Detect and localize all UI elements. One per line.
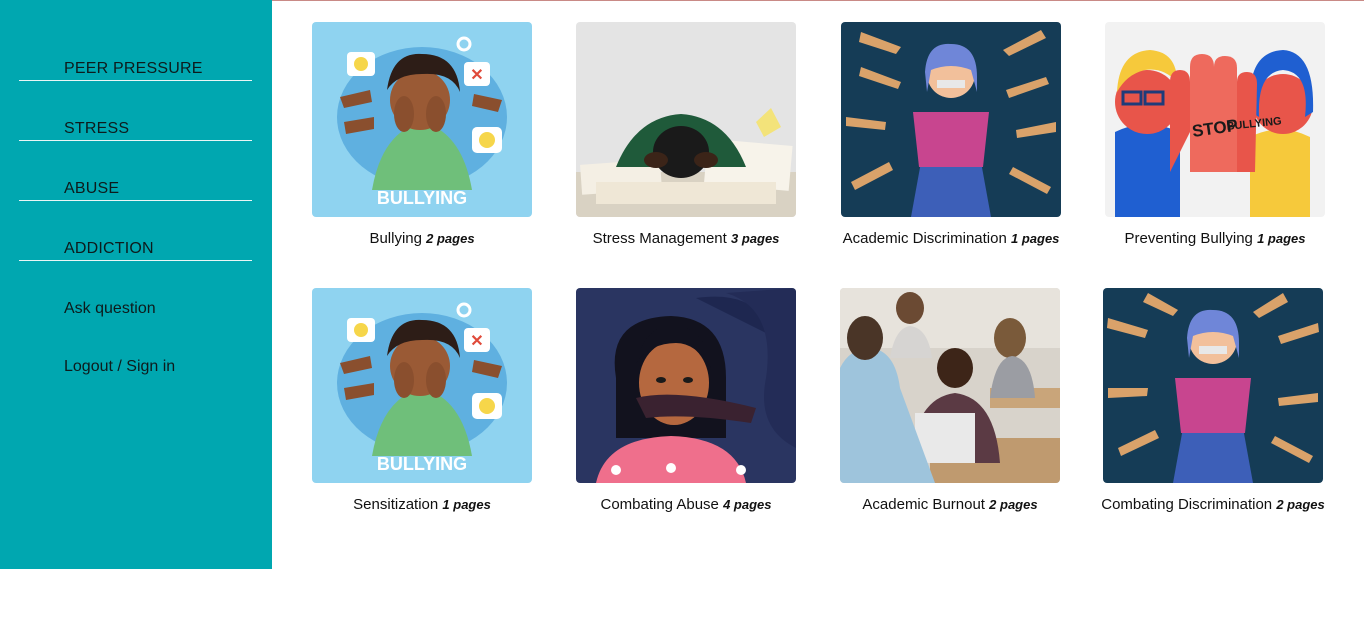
topic-caption: Sensitization 1 pages [272, 496, 572, 513]
topic-caption: Bullying 2 pages [272, 230, 572, 247]
topic-thumbnail[interactable]: STOP BULLYING [1105, 22, 1325, 217]
topic-page-count: 4 pages [723, 497, 772, 512]
topic-title[interactable]: Sensitization [353, 496, 438, 513]
topic-title[interactable]: Combating Abuse [600, 496, 718, 513]
sidebar-item-label: ADDICTION [64, 240, 154, 257]
topic-thumbnail[interactable]: ✕ BULLYING [312, 22, 532, 217]
topic-card-bullying[interactable]: ✕ BULLYING Bullying 2 pages [312, 22, 532, 247]
topic-title[interactable]: Stress Management [593, 230, 727, 247]
topic-page-count: 1 pages [1257, 231, 1306, 246]
thumbnail-title: BULLYING [377, 454, 467, 474]
topic-title[interactable]: Academic Burnout [862, 496, 985, 513]
topic-card-stress-management[interactable]: Stress Management 3 pages [576, 22, 796, 247]
topic-thumbnail[interactable]: ✕ BULLYING [312, 288, 532, 483]
logout-signin-link[interactable]: Logout / Sign in [64, 358, 175, 376]
stop-bullying-illustration: STOP BULLYING [1105, 22, 1325, 217]
topic-thumbnail[interactable] [841, 22, 1061, 217]
topic-card-sensitization[interactable]: ✕ BULLYING Sensitization 1 pages [312, 288, 532, 513]
sidebar-item-label: STRESS [64, 120, 130, 137]
svg-text:✕: ✕ [470, 333, 483, 350]
discrimination-illustration [1103, 288, 1323, 483]
sidebar-item-abuse[interactable]: ABUSE [19, 171, 252, 201]
topic-title[interactable]: Preventing Bullying [1124, 230, 1252, 247]
topic-card-combating-abuse[interactable]: Combating Abuse 4 pages [576, 288, 796, 513]
topic-title[interactable]: Bullying [369, 230, 422, 247]
sidebar-item-stress[interactable]: STRESS [19, 111, 252, 141]
topic-caption: Combating Abuse 4 pages [536, 496, 836, 513]
sidebar-item-peer-pressure[interactable]: PEER PRESSURE [19, 51, 252, 81]
sidebar-item-label: PEER PRESSURE [64, 60, 203, 77]
topic-caption: Preventing Bullying 1 pages [1065, 230, 1364, 247]
bullying-illustration: ✕ BULLYING [312, 22, 532, 217]
topic-page-count: 2 pages [1276, 497, 1325, 512]
discrimination-illustration [841, 22, 1061, 217]
topic-title[interactable]: Academic Discrimination [843, 230, 1007, 247]
topic-card-academic-burnout[interactable]: Academic Burnout 2 pages [840, 288, 1060, 513]
stressed-student-photo [576, 22, 796, 217]
topic-caption: Academic Discrimination 1 pages [801, 230, 1101, 247]
svg-text:✕: ✕ [470, 67, 483, 84]
ask-question-link[interactable]: Ask question [64, 300, 156, 318]
abuse-illustration [576, 288, 796, 483]
topic-card-combating-discrimination[interactable]: Combating Discrimination 2 pages [1101, 288, 1325, 513]
topic-page-count: 2 pages [989, 497, 1038, 512]
sidebar-item-addiction[interactable]: ADDICTION [19, 231, 252, 261]
topic-page-count: 1 pages [1010, 231, 1060, 246]
topic-card-academic-discrimination[interactable]: Academic Discrimination 1 pages [841, 22, 1061, 247]
burnout-classroom-photo [840, 288, 1060, 483]
topic-page-count: 3 pages [730, 231, 780, 246]
topic-page-count: 2 pages [426, 231, 475, 246]
topic-thumbnail[interactable] [576, 288, 796, 483]
thumbnail-title: BULLYING [377, 188, 467, 208]
topic-card-preventing-bullying[interactable]: STOP BULLYING Preventing Bullying 1 page… [1105, 22, 1325, 247]
topic-caption: Academic Burnout 2 pages [800, 496, 1100, 513]
topic-thumbnail[interactable] [840, 288, 1060, 483]
topic-thumbnail[interactable] [576, 22, 796, 217]
sidebar-item-label: ABUSE [64, 180, 120, 197]
sidebar: PEER PRESSURE STRESS ABUSE ADDICTION Ask… [0, 0, 272, 569]
topic-title[interactable]: Combating Discrimination [1101, 496, 1272, 513]
top-border [272, 0, 1364, 1]
bullying-illustration: ✕ BULLYING [312, 288, 532, 483]
topic-caption: Stress Management 3 pages [536, 230, 836, 247]
topic-caption: Combating Discrimination 2 pages [1063, 496, 1363, 513]
topic-page-count: 1 pages [442, 497, 491, 512]
topic-thumbnail[interactable] [1103, 288, 1323, 483]
